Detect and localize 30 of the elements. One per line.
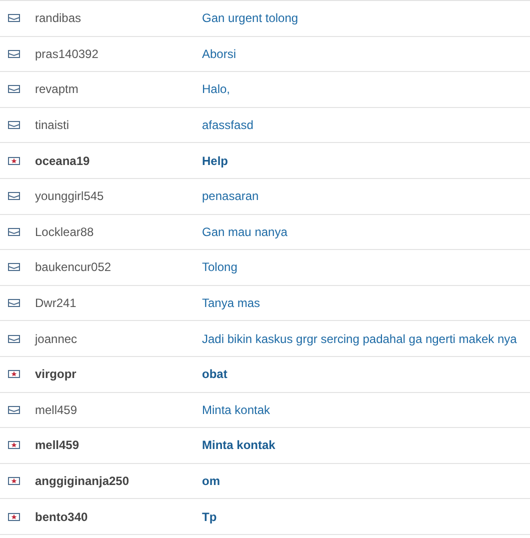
sender-name: randibas — [35, 11, 82, 26]
sender-name: Dwr241 — [35, 296, 78, 310]
sender-name: oceana19 — [35, 154, 91, 168]
sender-name: baukencur052 — [35, 260, 112, 274]
message-subject-link[interactable]: Gan mau nanya — [202, 224, 288, 239]
sender-name: mell459 — [35, 438, 80, 452]
sender-name: pras140392 — [35, 46, 100, 61]
message-subject-link[interactable]: Minta kontak — [202, 438, 276, 452]
message-subject-link[interactable]: Minta kontak — [202, 402, 270, 417]
message-subject-link[interactable]: Tanya mas — [202, 296, 260, 310]
message-subject-link[interactable]: afassfasd — [202, 118, 254, 132]
message-subject-link[interactable]: Tolong — [202, 260, 238, 274]
message-subject-link[interactable]: om — [202, 474, 220, 488]
message-subject-link[interactable]: Jadi bikin kaskus grgr sercing padahal ga ngerti makek nya — [202, 332, 517, 346]
message-subject-link[interactable]: penasaran — [202, 189, 259, 204]
sender-name: bento340 — [35, 510, 89, 524]
sender-name: mell459 — [35, 402, 78, 417]
sender-name: Locklear88 — [35, 224, 95, 239]
sender-name: joannec — [35, 332, 78, 346]
sender-name: virgopr — [35, 367, 78, 382]
sender-name: anggiginanja250 — [35, 474, 130, 488]
message-subject-link[interactable]: Help — [202, 154, 228, 168]
message-subject-link[interactable]: Aborsi — [202, 46, 236, 61]
sender-name: younggirl545 — [35, 189, 105, 204]
message-subject-link[interactable]: Halo, — [202, 82, 230, 96]
sender-name: tinaisti — [35, 118, 70, 132]
message-subject-link[interactable]: obat — [202, 367, 228, 382]
message-subject-link[interactable]: Gan urgent tolong — [202, 11, 298, 26]
sender-name: revaptm — [35, 82, 80, 96]
message-subject-link[interactable]: Tp — [202, 510, 217, 524]
